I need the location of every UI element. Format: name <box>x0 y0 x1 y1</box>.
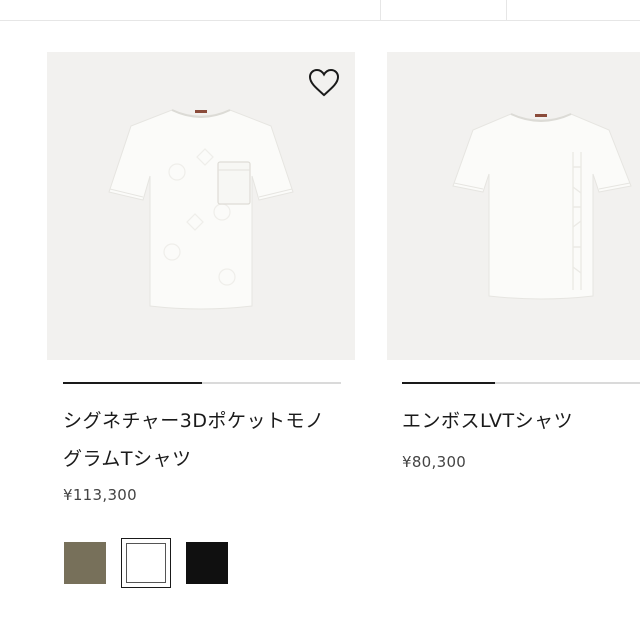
product-image[interactable] <box>387 52 640 360</box>
product-price: ¥113,300 <box>63 486 137 504</box>
product-price: ¥80,300 <box>402 453 467 471</box>
product-name-line: シグネチャー3Dポケットモノ <box>63 410 325 432</box>
top-border <box>0 20 640 21</box>
product-card-embossed-lv-tshirt[interactable]: エンボスLVTシャツ ¥80,300 <box>387 52 640 471</box>
image-carousel-progress-fill <box>63 382 202 384</box>
product-card-signature-3d-pocket-tshirt[interactable]: シグネチャー3Dポケットモノ グラムTシャツ ¥113,300 <box>47 52 355 588</box>
image-carousel-progress <box>63 382 341 384</box>
product-name-line: グラムTシャツ <box>63 448 192 470</box>
filter-bar-divider <box>380 0 381 20</box>
product-name[interactable]: シグネチャー3Dポケットモノ グラムTシャツ <box>63 402 353 478</box>
swatch-khaki[interactable] <box>64 542 106 584</box>
product-grid-page: シグネチャー3Dポケットモノ グラムTシャツ ¥113,300 エンボスLVTシ… <box>0 0 640 640</box>
filter-bar-divider <box>506 0 507 20</box>
swatch-white-selected[interactable] <box>121 538 171 588</box>
image-carousel-progress-fill <box>402 382 495 384</box>
color-swatches <box>64 538 244 588</box>
swatch-black[interactable] <box>186 542 228 584</box>
image-carousel-progress <box>402 382 640 384</box>
swatch-white <box>125 542 166 583</box>
product-image[interactable] <box>47 52 355 360</box>
product-name[interactable]: エンボスLVTシャツ <box>402 402 640 440</box>
embossed-tshirt-image <box>452 113 632 300</box>
wishlist-heart-icon[interactable] <box>307 66 341 100</box>
